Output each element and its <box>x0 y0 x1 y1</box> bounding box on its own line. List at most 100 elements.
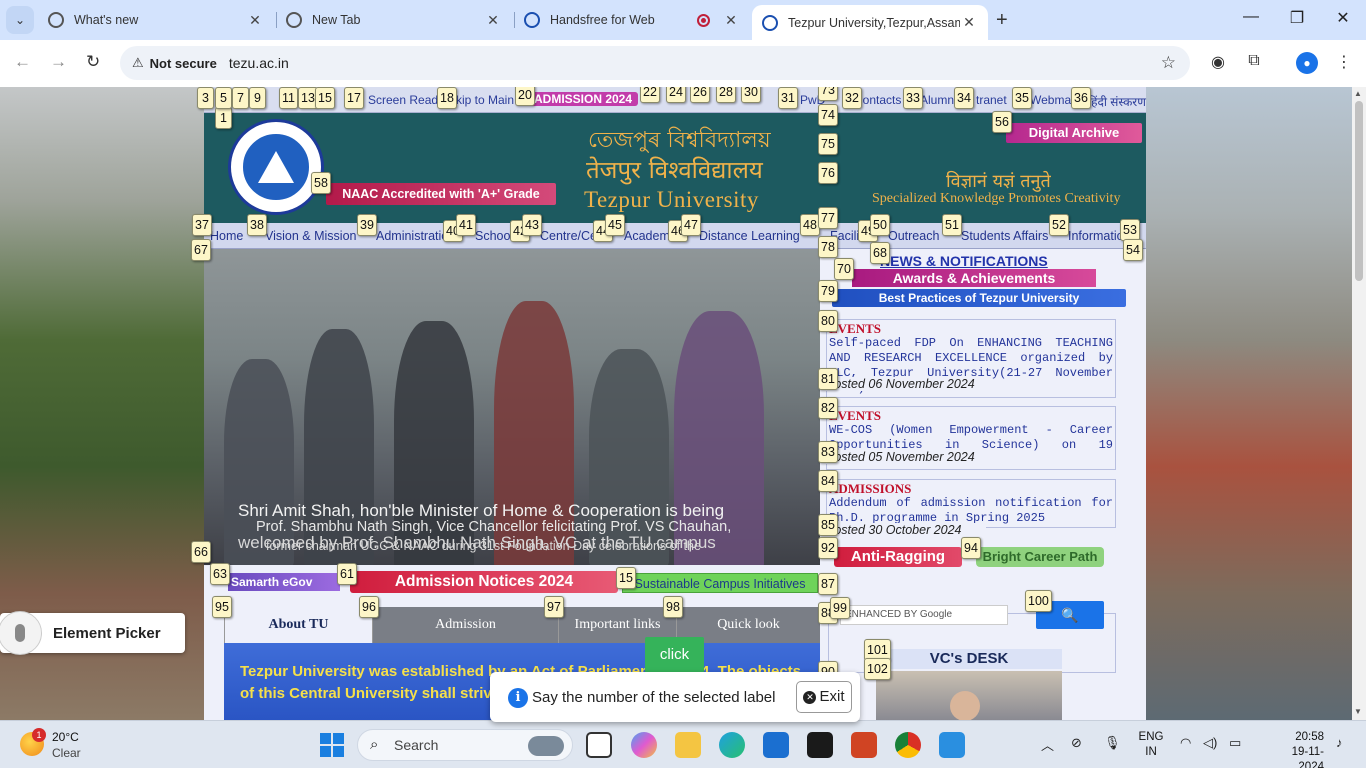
hint-label[interactable]: 76 <box>818 162 838 184</box>
nav-students-affairs[interactable]: Students Affairs <box>961 229 1048 243</box>
forward-arrow-icon[interactable]: → <box>50 52 67 72</box>
reload-icon[interactable]: ↻ <box>86 52 100 72</box>
notifications-bell-icon[interactable]: ♪ <box>1336 735 1343 750</box>
microphone-tray-icon[interactable]: 🎙 <box>1104 735 1121 751</box>
tray-chevron-icon[interactable]: ︿ <box>1041 735 1054 754</box>
hint-label[interactable]: 52 <box>1049 214 1069 236</box>
awards-button[interactable]: Awards & Achievements <box>852 269 1096 287</box>
hint-label[interactable]: 79 <box>818 280 838 302</box>
hint-label[interactable]: 56 <box>992 111 1012 133</box>
hint-label[interactable]: 82 <box>818 397 838 419</box>
hint-label[interactable]: 30 <box>741 87 761 103</box>
profile-avatar-icon[interactable]: ● <box>1296 52 1318 74</box>
url-text[interactable]: tezu.ac.in <box>229 55 289 71</box>
anti-ragging-button[interactable]: Anti-Ragging <box>834 547 962 567</box>
hint-label[interactable]: 66 <box>191 541 211 563</box>
exit-button[interactable]: ✕ Exit <box>796 681 852 713</box>
admission-notices-button[interactable]: Admission Notices 2024 <box>350 571 618 593</box>
nav-centres[interactable]: Centre/Ce <box>540 229 597 243</box>
hint-label[interactable]: 53 <box>1120 219 1140 241</box>
handsfree-extension-icon[interactable]: ◉ <box>1207 52 1229 74</box>
chrome-taskbar-icon[interactable] <box>895 732 921 758</box>
hint-label[interactable]: 94 <box>961 537 981 559</box>
hint-label[interactable]: 48 <box>800 214 820 236</box>
hint-label[interactable]: 41 <box>456 214 476 236</box>
bookmark-star-icon[interactable]: ☆ <box>1161 53 1176 73</box>
battery-icon[interactable]: ▭ <box>1229 735 1241 751</box>
hint-label[interactable]: 24 <box>666 87 686 103</box>
hint-label[interactable]: 81 <box>818 368 838 390</box>
wifi-icon[interactable]: ◠ <box>1180 735 1191 751</box>
security-label[interactable]: Not secure <box>150 56 217 71</box>
hint-label[interactable]: 3 <box>197 87 214 109</box>
hint-label[interactable]: 92 <box>818 537 838 559</box>
hint-label[interactable]: 73 <box>818 87 838 101</box>
hint-label[interactable]: 87 <box>818 573 838 595</box>
hint-label[interactable]: 98 <box>663 596 683 618</box>
hint-label[interactable]: 35 <box>1012 87 1032 109</box>
hint-label[interactable]: 97 <box>544 596 564 618</box>
close-icon[interactable]: ✕ <box>960 14 978 31</box>
address-bar[interactable]: ⚠ Not secure tezu.ac.in ☆ <box>120 46 1190 80</box>
hint-label[interactable]: 102 <box>864 658 891 680</box>
nav-outreach[interactable]: Outreach <box>888 229 939 243</box>
hindi-version-link[interactable]: हिंदी संस्करण <box>1088 93 1146 110</box>
hint-label[interactable]: 9 <box>249 87 266 109</box>
network-off-icon[interactable]: ⊘ <box>1071 735 1082 751</box>
taskbar-search[interactable]: ⌕ Search <box>357 729 573 761</box>
hint-label[interactable]: 20 <box>515 87 535 106</box>
nav-information[interactable]: Informatio <box>1068 229 1124 243</box>
hint-label[interactable]: 32 <box>842 87 862 109</box>
hint-label[interactable]: 38 <box>247 214 267 236</box>
nav-schools[interactable]: School <box>475 229 513 243</box>
hint-label[interactable]: 70 <box>834 258 854 280</box>
hint-label[interactable]: 96 <box>359 596 379 618</box>
pycharm-icon[interactable] <box>807 732 833 758</box>
nav-distance-learning[interactable]: Distance Learning <box>699 229 800 243</box>
vscode-icon[interactable] <box>939 732 965 758</box>
nav-home[interactable]: Home <box>210 229 243 243</box>
news-text[interactable]: Addendum of admission notification for P… <box>829 496 1113 526</box>
hint-label[interactable]: 18 <box>437 87 457 109</box>
hint-label[interactable]: 34 <box>954 87 974 109</box>
weather-widget[interactable]: 1 20°C Clear <box>18 728 128 762</box>
news-heading[interactable]: NEWS & NOTIFICATIONS <box>880 253 1048 269</box>
page-scrollbar[interactable]: ▲ ▼ <box>1352 87 1366 720</box>
tab-about-tu[interactable]: About TU <box>224 607 372 643</box>
hint-label[interactable]: 47 <box>681 214 701 236</box>
hint-label[interactable]: 15 <box>315 87 335 109</box>
restore-icon[interactable]: ❐ <box>1277 8 1317 28</box>
copilot-icon[interactable] <box>631 732 657 758</box>
windows-start-icon[interactable] <box>320 733 344 757</box>
alumni-link[interactable]: Alumni <box>920 93 957 107</box>
hint-label[interactable]: 58 <box>311 172 331 194</box>
hint-label[interactable]: 1 <box>215 107 232 129</box>
vc-photo[interactable] <box>876 671 1062 720</box>
tab-whats-new[interactable]: What's new ✕ <box>38 5 274 35</box>
hint-label[interactable]: 99 <box>830 597 850 619</box>
hint-label[interactable]: 100 <box>1025 590 1052 612</box>
hint-label[interactable]: 39 <box>357 214 377 236</box>
hint-label[interactable]: 78 <box>818 236 838 258</box>
hint-label[interactable]: 17 <box>344 87 364 109</box>
window-close-icon[interactable]: ✕ <box>1323 8 1363 28</box>
back-arrow-icon[interactable]: ← <box>14 52 31 72</box>
minimize-icon[interactable]: — <box>1231 8 1271 26</box>
extensions-puzzle-icon[interactable]: ⧉ <box>1243 52 1265 74</box>
scroll-down-icon[interactable]: ▼ <box>1354 707 1362 716</box>
hint-label[interactable]: 22 <box>640 87 660 103</box>
nav-vision-mission[interactable]: Vision & Mission <box>265 229 356 243</box>
webmail-link[interactable]: Webmail <box>1030 93 1076 107</box>
tab-admission[interactable]: Admission <box>372 607 558 643</box>
hint-label[interactable]: 85 <box>818 514 838 536</box>
hint-label[interactable]: 50 <box>870 214 890 236</box>
tab-handsfree[interactable]: Handsfree for Web ✕ <box>514 5 750 35</box>
microphone-icon[interactable] <box>0 611 42 655</box>
hint-label[interactable]: 61 <box>337 563 357 585</box>
scroll-up-icon[interactable]: ▲ <box>1354 89 1362 98</box>
hint-label[interactable]: 5 <box>215 87 232 109</box>
close-icon[interactable]: ✕ <box>722 12 740 29</box>
hint-label[interactable]: 77 <box>818 207 838 229</box>
hint-label[interactable]: 84 <box>818 470 838 492</box>
intranet-link[interactable]: tranet <box>976 93 1007 107</box>
